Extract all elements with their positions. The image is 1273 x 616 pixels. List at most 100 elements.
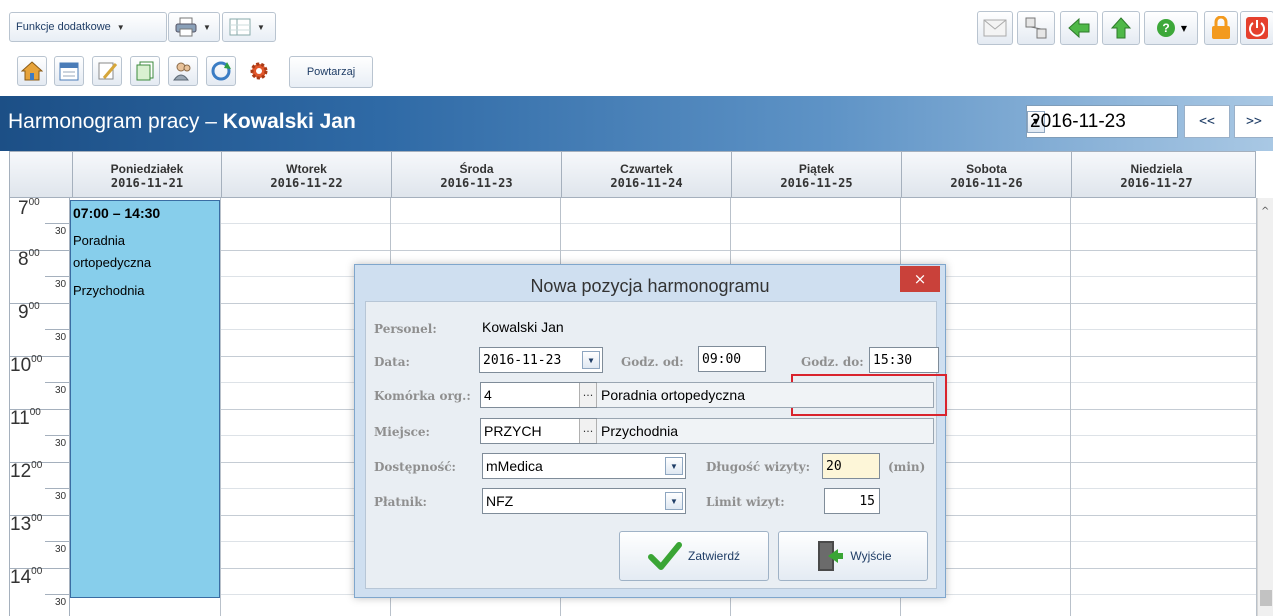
day-header-tuesday[interactable]: Wtorek 2016-11-22 [221,152,391,198]
visit-limit-input[interactable]: 15 [824,488,880,514]
power-button[interactable] [1240,11,1273,45]
staff-button[interactable] [168,56,198,86]
day-header-saturday[interactable]: Sobota 2016-11-26 [901,152,1071,198]
refresh-icon [211,61,231,81]
new-schedule-entry-dialog: Nowa pozycja harmonogramu × Personel: Ko… [354,264,947,598]
place-label: Miejsce: [374,425,430,439]
exit-button[interactable]: Wyjście [778,531,928,581]
close-button[interactable]: × [900,266,940,292]
confirm-label: Zatwierdź [687,549,740,563]
visit-length-unit: (min) [888,460,926,474]
lock-button[interactable] [1204,11,1238,45]
day-header-friday[interactable]: Piątek 2016-11-25 [731,152,901,198]
org-unit-browse-button[interactable]: ... [579,383,597,407]
payer-select[interactable]: NFZ ▼ [482,488,686,514]
date-input[interactable]: 2016-11-23 ▼ [479,347,603,373]
up-button[interactable] [1102,11,1140,45]
half-tick [45,435,71,436]
prev-week-button[interactable]: << [1184,105,1230,138]
toolbar: Funkcje dodatkowe ▼ ▼ ▼ Powtarzaj ? ▼ [0,0,1273,96]
exit-label: Wyjście [850,549,892,563]
chevron-down-icon[interactable]: ▼ [665,492,683,510]
settings-button[interactable] [244,56,274,86]
half-tick [45,541,71,542]
day-header-sunday[interactable]: Niedziela 2016-11-27 [1071,152,1241,198]
hour-label: 1200 [10,460,43,482]
repeat-button[interactable]: Powtarzaj [289,56,373,88]
visit-length-input[interactable]: 20 [822,453,880,479]
exit-door-icon [818,541,844,571]
refresh-button[interactable] [206,56,236,86]
schedule-date-value: 2016-11-23 [1030,110,1126,132]
day-name: Środa [459,162,494,176]
date-input-value: 2016-11-23 [483,352,562,368]
payer-label: Płatnik: [374,495,427,509]
notes-button[interactable] [92,56,122,86]
vertical-scrollbar[interactable]: ^ [1257,198,1273,616]
half-hour-label: 30 [55,279,67,290]
hour-label: 1400 [10,566,43,588]
day-date: 2016-11-24 [610,176,683,190]
grid-line [70,223,1256,224]
envelope-icon [983,19,1007,37]
note-pen-icon [98,62,118,80]
place-name: Przychodnia [597,418,934,444]
page-title-person: Kowalski Jan [222,110,356,133]
chevron-up-icon[interactable]: ^ [1261,206,1269,217]
additional-functions-label: Funkcje dodatkowe [16,21,111,33]
schedule-date-picker[interactable]: 2016-11-23 ▼ [1026,105,1178,138]
time-column: 700 30 800 30 900 30 1000 30 1100 30 120… [9,197,71,616]
day-date: 2016-11-26 [950,176,1023,190]
chevron-down-icon[interactable]: ▼ [582,351,600,369]
half-hour-label: 30 [55,597,67,608]
next-week-button[interactable]: >> [1234,105,1273,138]
help-dropdown[interactable]: ? ▼ [1144,11,1198,45]
half-tick [45,276,71,277]
network-button[interactable] [1017,11,1055,45]
grid-line [70,250,1256,251]
day-header-row: Poniedziałek 2016-11-21 Wtorek 2016-11-22 … [9,151,1256,198]
print-dropdown[interactable]: ▼ [168,12,220,42]
page-title-prefix: Harmonogram pracy – [8,110,223,133]
scrollbar-thumb[interactable] [1260,590,1272,606]
hour-label: 1000 [10,354,43,376]
day-date: 2016-11-21 [110,176,184,190]
time-from-input[interactable]: 09:00 [698,346,766,372]
documents-button[interactable] [130,56,160,86]
svg-text:?: ? [1162,21,1169,35]
availability-select[interactable]: mMedica ▼ [482,453,686,479]
chevron-down-icon: ▼ [1180,23,1188,33]
calendar-button[interactable] [54,56,84,86]
day-header-thursday[interactable]: Czwartek 2016-11-24 [561,152,731,198]
power-icon [1246,17,1268,39]
day-name: Niedziela [1130,162,1183,176]
day-name: Piątek [798,162,835,176]
half-tick [45,382,71,383]
chevron-down-icon[interactable]: ▼ [665,457,683,475]
additional-functions-dropdown[interactable]: Funkcje dodatkowe ▼ [9,12,167,42]
day-name: Czwartek [620,162,673,176]
schedule-event[interactable]: 07:00 – 14:30 Poradnia ortopedyczna Przy… [70,200,220,598]
time-to-input[interactable]: 15:30 [869,347,939,373]
arrow-left-icon [1068,17,1090,39]
place-browse-button[interactable]: ... [579,419,597,443]
visit-length-label: Długość wizyty: [706,460,811,474]
day-header-wednesday[interactable]: Środa 2016-11-23 [391,152,561,198]
org-unit-name: Poradnia ortopedyczna [597,382,934,408]
org-unit-label: Komórka org.: [374,389,471,403]
checkmark-icon [647,542,682,570]
event-line: Poradnia [73,233,126,248]
day-date: 2016-11-25 [780,176,853,190]
time-to-label: Godz. do: [801,355,864,369]
back-button[interactable] [1060,11,1098,45]
hour-label: 800 [18,248,40,270]
day-header-monday[interactable]: Poniedziałek 2016-11-21 [72,152,221,198]
home-button[interactable] [17,56,47,86]
half-tick [45,223,71,224]
message-button[interactable] [977,11,1013,45]
availability-label: Dostępność: [374,460,456,474]
half-hour-label: 30 [55,438,67,449]
documents-icon [136,61,154,81]
view-layout-dropdown[interactable]: ▼ [222,12,276,42]
confirm-button[interactable]: Zatwierdź [619,531,769,581]
